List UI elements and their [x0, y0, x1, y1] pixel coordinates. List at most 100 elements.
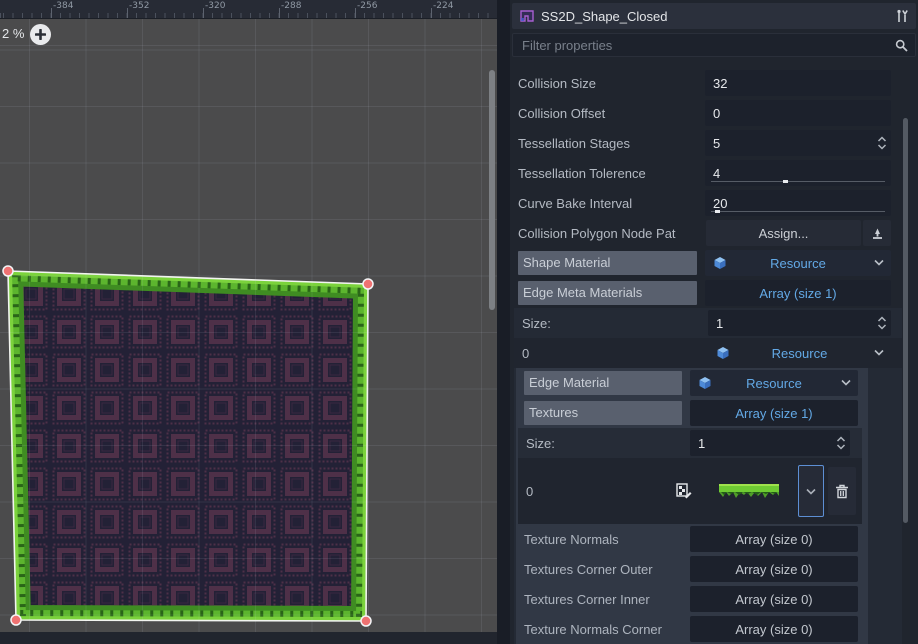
- textures-corner-outer-array-button[interactable]: Array (size 0): [690, 556, 858, 582]
- shape-material-resource-picker[interactable]: Resource: [705, 250, 891, 276]
- textures-array-size-spinbox[interactable]: 1: [690, 430, 850, 456]
- array-size-text: Array (size 0): [735, 562, 812, 577]
- grass-texture-preview[interactable]: [717, 482, 781, 500]
- ruler-label: -288: [281, 1, 301, 11]
- curve-bake-interval-value: 20: [713, 196, 727, 211]
- resource-cube-icon: [716, 346, 730, 360]
- resource-link[interactable]: Resource: [770, 256, 826, 271]
- chevron-down-icon[interactable]: [874, 259, 884, 266]
- texture-item-0-row: 0: [518, 458, 862, 524]
- array-size-text: Array (size 0): [735, 532, 812, 547]
- slider-track[interactable]: [711, 211, 885, 212]
- viewport-vertical-scrollbar[interactable]: [489, 70, 495, 310]
- resource-link[interactable]: Resource: [746, 376, 802, 391]
- resource-link[interactable]: Resource: [772, 346, 828, 361]
- assign-nodepath-button[interactable]: Assign...: [706, 220, 861, 246]
- spinner-updown-icon[interactable]: [836, 435, 846, 451]
- assign-button-label: Assign...: [759, 226, 809, 241]
- curve-bake-interval-slider[interactable]: 20: [705, 190, 891, 216]
- zoom-percentage[interactable]: 2 %: [2, 26, 24, 41]
- meta-item-0-resource-picker[interactable]: Resource: [708, 340, 891, 366]
- filter-properties-box[interactable]: [512, 33, 916, 57]
- property-row-textures-corner-inner: Textures Corner Inner Array (size 0): [516, 584, 868, 614]
- panel-splitter[interactable]: [497, 0, 510, 644]
- texture-normals-corner-array-button[interactable]: Array (size 0): [690, 616, 858, 642]
- edge-material-resource-picker[interactable]: Resource: [690, 370, 858, 396]
- canvas-2d-viewport[interactable]: -384 -352 -320 -288 -256 -224 2 %: [0, 0, 497, 644]
- spinner-updown-icon[interactable]: [877, 135, 887, 151]
- ruler-label: -320: [205, 1, 225, 11]
- chevron-down-icon[interactable]: [841, 379, 851, 386]
- property-row-texture-normals: Texture Normals Array (size 0): [516, 524, 868, 554]
- property-row-tessellation-tolerence: Tessellation Tolerence 4: [510, 158, 910, 188]
- property-label: Textures Corner Inner: [524, 592, 690, 607]
- inspector-vertical-scrollbar[interactable]: [903, 118, 908, 523]
- property-row-curve-bake-interval: Curve Bake Interval 20: [510, 188, 910, 218]
- collision-offset-value: 0: [713, 106, 720, 121]
- property-row-collision-polygon-node-path: Collision Polygon Node Pat Assign...: [510, 218, 910, 248]
- inspector-object-header[interactable]: SS2D_Shape_Closed: [512, 3, 916, 29]
- property-row-collision-size: Collision Size 32: [510, 68, 910, 98]
- property-label: Tessellation Tolerence: [518, 166, 705, 181]
- slider-grabber[interactable]: [783, 180, 788, 183]
- textures-array-button[interactable]: Array (size 1): [690, 400, 858, 426]
- pick-node-button[interactable]: [863, 220, 891, 246]
- property-row-shape-material: Shape Material Resource: [510, 248, 910, 278]
- property-label: Size:: [526, 436, 690, 451]
- slider-track[interactable]: [711, 181, 885, 182]
- slider-grabber[interactable]: [715, 210, 720, 213]
- meta-array-size-spinbox[interactable]: 1: [708, 310, 891, 336]
- property-row-edge-meta-materials: Edge Meta Materials Array (size 1): [510, 278, 910, 308]
- property-label: Texture Normals: [524, 532, 690, 547]
- plus-icon: [35, 29, 46, 40]
- chevron-down-icon[interactable]: [874, 349, 884, 356]
- edge-meta-materials-array-button[interactable]: Array (size 1): [705, 280, 891, 306]
- inspector-panel: SS2D_Shape_Closed Collision Size 32 Coll…: [510, 0, 918, 644]
- collision-size-value: 32: [713, 76, 727, 91]
- collision-offset-field[interactable]: 0: [705, 100, 891, 126]
- inspector-property-list: Collision Size 32 Collision Offset 0 Tes…: [510, 62, 910, 644]
- array-size-text: Array (size 0): [735, 592, 812, 607]
- shape-polygon[interactable]: [0, 0, 497, 644]
- array-size-row: Size: 1: [518, 428, 862, 458]
- bottom-panel-edge: [0, 632, 497, 644]
- delete-texture-button[interactable]: [828, 467, 856, 515]
- tessellation-tolerence-slider[interactable]: 4: [705, 160, 891, 186]
- tessellation-tolerence-value: 4: [713, 166, 720, 181]
- property-label: Textures Corner Outer: [524, 562, 690, 577]
- ss2d-shape-icon: [519, 8, 535, 24]
- textures-array-size-value: 1: [698, 436, 705, 451]
- texture-normals-array-button[interactable]: Array (size 0): [690, 526, 858, 552]
- property-label: Texture Normals Corner: [524, 622, 690, 637]
- object-tools-icon[interactable]: [895, 9, 909, 24]
- array-index-label: 0: [522, 346, 708, 361]
- property-label: Collision Polygon Node Pat: [518, 226, 706, 241]
- property-label-highlighted: Shape Material: [518, 251, 697, 275]
- tessellation-stages-spinbox[interactable]: 5: [705, 130, 891, 156]
- property-label-highlighted: Textures: [524, 401, 682, 425]
- textures-corner-inner-array-button[interactable]: Array (size 0): [690, 586, 858, 612]
- array-index-label: 0: [526, 484, 676, 499]
- ruler-label: -384: [53, 1, 73, 11]
- property-row-textures: Textures Array (size 1): [516, 398, 868, 428]
- chevron-down-icon: [806, 488, 816, 495]
- texture-options-dropdown[interactable]: [798, 465, 824, 517]
- property-row-texture-normals-corner: Texture Normals Corner Array (size 0): [516, 614, 868, 644]
- zoom-in-button[interactable]: [30, 24, 51, 45]
- array-size-row: Size: 1: [514, 308, 902, 338]
- property-label: Curve Bake Interval: [518, 196, 705, 211]
- ruler-label: -224: [433, 1, 453, 11]
- trash-icon: [835, 484, 849, 499]
- filter-properties-input[interactable]: [520, 37, 895, 54]
- property-row-tessellation-stages: Tessellation Stages 5: [510, 128, 910, 158]
- array-item-0-row: 0 Resource: [514, 338, 902, 368]
- horizontal-ruler: -384 -352 -320 -288 -256 -224: [0, 0, 497, 19]
- ruler-minor-ticks: [0, 13, 497, 18]
- tessellation-stages-value: 5: [713, 136, 720, 151]
- meta-array-size-value: 1: [716, 316, 723, 331]
- collision-size-field[interactable]: 32: [705, 70, 891, 96]
- property-row-textures-corner-outer: Textures Corner Outer Array (size 0): [516, 554, 868, 584]
- spinner-updown-icon[interactable]: [877, 315, 887, 331]
- texture-edit-icon[interactable]: [676, 483, 692, 499]
- property-label-highlighted: Edge Material: [524, 371, 682, 395]
